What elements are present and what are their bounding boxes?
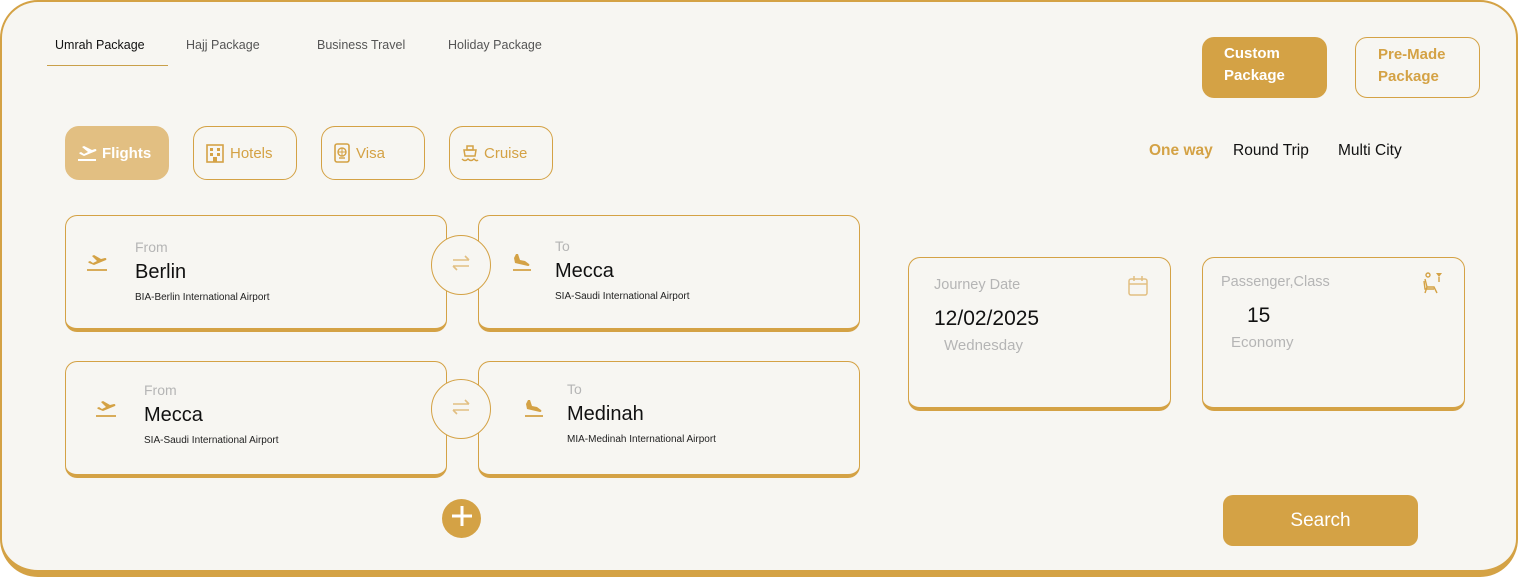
- plane-takeoff-icon: [86, 252, 108, 277]
- hotel-icon: [204, 143, 226, 163]
- passport-icon: [332, 143, 352, 163]
- category-cruise[interactable]: Cruise: [449, 126, 553, 180]
- active-tab-underline: [47, 65, 168, 66]
- ship-icon: [460, 143, 480, 163]
- category-label: Cruise: [484, 144, 528, 162]
- swap-arrows-icon: [450, 398, 472, 421]
- category-hotels[interactable]: Hotels: [193, 126, 297, 180]
- from-city: Berlin: [135, 261, 187, 283]
- trip-type-multi-city[interactable]: Multi City: [1338, 142, 1402, 160]
- swap-arrows-icon: [450, 254, 472, 277]
- custom-package-button[interactable]: Custom Package: [1202, 37, 1327, 98]
- from-airport: SIA-Saudi International Airport: [144, 435, 279, 446]
- trip-type-round-trip[interactable]: Round Trip: [1233, 142, 1309, 160]
- add-flight-button[interactable]: [442, 499, 481, 538]
- passenger-class-field[interactable]: Passenger,Class 15 Economy: [1202, 257, 1465, 411]
- plane-takeoff-icon: [76, 144, 98, 162]
- search-button[interactable]: Search: [1223, 495, 1418, 546]
- journey-date-label: Journey Date: [934, 277, 1021, 293]
- category-label: Flights: [102, 144, 152, 162]
- tab-holiday-package[interactable]: Holiday Package: [448, 38, 542, 52]
- plane-takeoff-icon: [95, 398, 117, 423]
- calendar-icon: [1127, 275, 1149, 302]
- swap-button[interactable]: [431, 379, 491, 439]
- trip-type-one-way[interactable]: One way: [1149, 142, 1213, 160]
- tab-business-travel[interactable]: Business Travel: [317, 38, 405, 52]
- category-label: Hotels: [230, 144, 273, 162]
- plane-landing-icon: [512, 252, 532, 277]
- passenger-count: 15: [1247, 304, 1271, 327]
- from-city: Mecca: [144, 404, 203, 426]
- swap-button[interactable]: [431, 235, 491, 295]
- to-airport: MIA-Medinah International Airport: [567, 434, 716, 445]
- booking-panel: Umrah Package Hajj Package Business Trav…: [0, 0, 1518, 577]
- category-label: Visa: [356, 144, 385, 162]
- to-city: Mecca: [555, 260, 614, 282]
- category-visa[interactable]: Visa: [321, 126, 425, 180]
- to-field[interactable]: To Mecca SIA-Saudi International Airport: [478, 215, 860, 332]
- from-field[interactable]: From Berlin BIA-Berlin International Air…: [65, 215, 447, 332]
- category-flights[interactable]: Flights: [65, 126, 169, 180]
- to-label: To: [555, 238, 570, 254]
- to-field[interactable]: To Medinah MIA-Medinah International Air…: [478, 361, 860, 478]
- from-label: From: [144, 382, 177, 398]
- premade-package-button[interactable]: Pre-Made Package: [1355, 37, 1480, 98]
- plane-landing-icon: [524, 398, 544, 423]
- plus-icon: [450, 504, 474, 533]
- tab-hajj-package[interactable]: Hajj Package: [186, 38, 260, 52]
- journey-date-value: 12/02/2025: [934, 307, 1040, 330]
- from-label: From: [135, 239, 168, 255]
- from-airport: BIA-Berlin International Airport: [135, 292, 270, 303]
- to-label: To: [567, 381, 582, 397]
- tab-umrah-package[interactable]: Umrah Package: [55, 38, 145, 52]
- from-field[interactable]: From Mecca SIA-Saudi International Airpo…: [65, 361, 447, 478]
- to-city: Medinah: [567, 403, 644, 425]
- journey-weekday: Wednesday: [944, 337, 1023, 354]
- passenger-class: Economy: [1231, 334, 1294, 351]
- passenger-class-label: Passenger,Class: [1221, 274, 1330, 290]
- to-airport: SIA-Saudi International Airport: [555, 291, 690, 302]
- journey-date-field[interactable]: Journey Date 12/02/2025 Wednesday: [908, 257, 1171, 411]
- seat-icon: [1421, 271, 1445, 300]
